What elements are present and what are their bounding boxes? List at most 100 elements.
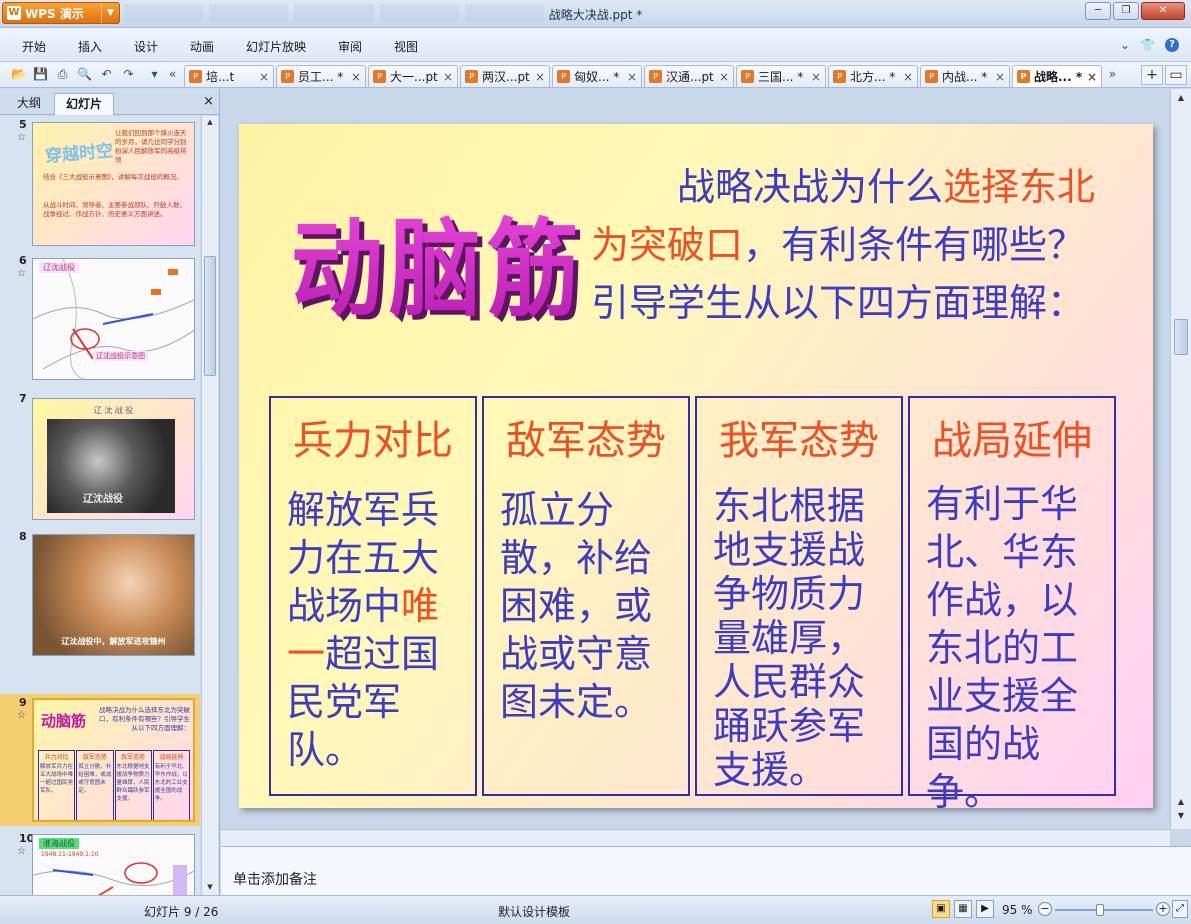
thumb-text: 从战斗时间、领导者、主要参战部队、歼敌人数、战争经过、作战方针、历史意义方面讲述… (43, 201, 186, 218)
close-tab-icon[interactable]: × (1087, 70, 1097, 84)
doc-tab[interactable]: P 两汉...pt × (460, 65, 550, 87)
scroll-up-icon[interactable]: ▲ (1175, 93, 1187, 102)
menu-home[interactable]: 开始 (22, 38, 46, 55)
tab-scroll-left-icon[interactable]: « (164, 66, 181, 83)
slide-thumb-5[interactable]: 5 ☆ 穿越时空 让我们回到那个烽火连天的岁月，请几位同学分别扮演人民解放军的高… (0, 116, 200, 252)
next-slide-icon[interactable]: ▼ (1175, 811, 1187, 820)
doc-tab[interactable]: P 三国... * × (736, 65, 826, 87)
open-icon[interactable]: 📂 (10, 66, 27, 83)
current-slide[interactable]: 动脑筋 战略决战为什么选择东北为突破口，有利条件有哪些？引导学生从以下四方面理解… (239, 124, 1153, 808)
menu-insert[interactable]: 插入 (78, 38, 102, 55)
column-box[interactable]: 我军态势 东北根据地支援战争物质力量雄厚，人民群众踊跃参军支援。 (695, 396, 903, 796)
menu-view[interactable]: 视图 (394, 38, 418, 55)
menu-slideshow[interactable]: 幻灯片放映 (246, 38, 306, 55)
column-box[interactable]: 兵力对比 解放军兵力在五大战场中唯一超过国民党军队。 (269, 396, 477, 796)
zoom-slider-knob[interactable] (1095, 904, 1104, 916)
transition-star-icon: ☆ (17, 132, 26, 143)
slide-thumb-9-selected[interactable]: 9 ☆ 动脑筋 战略决战为什么选择东北为突破口，有利条件有哪些？引导学生从以下四… (0, 694, 200, 826)
save-icon[interactable]: 💾 (32, 66, 49, 83)
normal-view-icon[interactable]: ▣ (932, 900, 950, 918)
ppt-icon: P (189, 70, 202, 83)
scrollbar-thumb[interactable] (204, 256, 216, 376)
doc-tab-label: 培...t (206, 70, 235, 84)
thumbnail-scrollbar[interactable]: ▲ ▼ (201, 116, 218, 895)
tab-scroll-right-icon[interactable]: » (1104, 66, 1121, 83)
help-icon[interactable]: ? (1165, 38, 1179, 52)
tab-outline[interactable]: 大纲 (8, 93, 50, 115)
menu-review[interactable]: 审阅 (338, 38, 362, 55)
menu-design[interactable]: 设计 (134, 38, 158, 55)
close-tab-icon[interactable]: × (811, 70, 821, 84)
fit-window-icon[interactable]: ⤢ (1172, 900, 1188, 918)
close-tab-icon[interactable]: × (351, 70, 361, 84)
slide-number: 5 (19, 118, 27, 131)
scrollbar-thumb[interactable] (1174, 319, 1188, 355)
thumb-caption: 辽 沈 战 役 (93, 406, 134, 415)
thumb-col-body: 孤立分散，补给困难，或战或守意图未定。 (78, 764, 112, 794)
scroll-down-icon[interactable]: ▼ (204, 883, 216, 893)
template-name[interactable]: 默认设计模板 (498, 903, 570, 920)
doc-tab-label: 战略... * (1034, 70, 1083, 84)
notes-pane[interactable]: 单击添加备注 (221, 846, 1191, 895)
print-icon[interactable]: ⎙ (54, 66, 71, 83)
tab-list-icon[interactable]: ▭ (1165, 65, 1187, 85)
close-tab-icon[interactable]: × (719, 70, 729, 84)
doc-tab[interactable]: P 北方... * × (828, 65, 918, 87)
close-tab-icon[interactable]: × (443, 70, 453, 84)
tab-slides[interactable]: 幻灯片 (54, 93, 114, 115)
app-menu-button[interactable]: W WPS 演示 ▼ (2, 2, 120, 24)
new-tab-icon[interactable]: + (1141, 65, 1163, 85)
ppt-icon: P (833, 70, 846, 83)
maximize-button[interactable]: ❐ (1113, 2, 1139, 20)
zoom-out-icon[interactable]: − (1038, 902, 1052, 916)
doc-tab[interactable]: P 大一...pt × (368, 65, 458, 87)
doc-tab[interactable]: P 匈奴... * × (552, 65, 642, 87)
question-text: 战略决战为什么 (677, 165, 944, 209)
doc-tab[interactable]: P 汉通...pt × (644, 65, 734, 87)
close-tab-icon[interactable]: × (995, 70, 1005, 84)
slide-thumb-10[interactable]: 10 ☆ 淮海战役 1948.11-1949.1.10 (0, 830, 200, 895)
slide-thumb-8[interactable]: 8 辽沈战役中，解放军进攻锦州 (0, 528, 200, 660)
doc-tab-label: 北方... * (850, 70, 896, 84)
window-controls: ─ ❐ ✕ (1085, 2, 1185, 20)
close-button[interactable]: ✕ (1141, 2, 1185, 20)
doc-tab-active[interactable]: P 战略... * × (1012, 65, 1102, 87)
scroll-up-icon[interactable]: ▲ (204, 118, 216, 128)
skin-icon[interactable]: 👕 (1140, 38, 1155, 52)
zoom-slider[interactable] (1055, 904, 1153, 916)
doc-tab-label: 大一...pt (390, 70, 438, 84)
slide-question-text[interactable]: 战略决战为什么选择东北为突破口，有利条件有哪些？引导学生从以下四方面理解： (591, 158, 1111, 332)
close-tab-icon[interactable]: × (259, 70, 269, 84)
slide-horizontal-scrollbar[interactable] (221, 829, 1170, 846)
close-tab-icon[interactable]: × (535, 70, 545, 84)
print-preview-icon[interactable]: 🔍 (76, 66, 93, 83)
slide-vertical-scrollbar[interactable]: ▲ ▲ ▼ (1170, 89, 1191, 829)
menu-animation[interactable]: 动画 (190, 38, 214, 55)
customize-toolbar-icon[interactable]: ▾ (146, 66, 163, 83)
slide-big-title[interactable]: 动脑筋 (291, 184, 585, 337)
slide-thumb-6[interactable]: 6 ☆ 辽沈战役 辽沈战役示意图 (0, 252, 200, 390)
doc-tab[interactable]: P 内战... * × (920, 65, 1010, 87)
doc-tab[interactable]: P 员工... * × (276, 65, 366, 87)
toolbar-right: + ▭ (1141, 65, 1187, 85)
chevron-down-icon[interactable]: ⌄ (1120, 38, 1130, 52)
close-tab-icon[interactable]: × (627, 70, 637, 84)
slide-sorter-icon[interactable]: ▦ (954, 900, 972, 918)
thumb-text: 让我们回到那个烽火连天的岁月，请几位同学分别扮演人民解放军的高级将领 (115, 129, 187, 164)
close-icon[interactable]: × (203, 94, 214, 109)
column-box[interactable]: 战局延伸 有利于华北、华东作战，以东北的工业支援全国的战争。 (908, 396, 1116, 808)
thumb-col-body: 解放军兵力在五大战场中唯一超过国民党军队。 (40, 764, 74, 794)
redo-icon[interactable]: ↷ (120, 66, 137, 83)
undo-icon[interactable]: ↶ (98, 66, 115, 83)
slideshow-icon[interactable]: ▶ (976, 900, 994, 918)
column-box[interactable]: 敌军态势 孤立分散，补给困难，或战或守意图未定。 (482, 396, 690, 796)
zoom-in-icon[interactable]: + (1156, 902, 1170, 916)
prev-slide-icon[interactable]: ▲ (1175, 797, 1187, 806)
slide-thumb-7[interactable]: 7 辽 沈 战 役 辽沈战役 (0, 390, 200, 528)
doc-tab[interactable]: P 培...t × (184, 65, 274, 87)
transition-star-icon: ☆ (17, 710, 26, 721)
chevron-down-icon[interactable]: ▼ (101, 3, 119, 23)
minimize-button[interactable]: ─ (1085, 2, 1111, 20)
close-tab-icon[interactable]: × (903, 70, 913, 84)
thumbnail-image: 动脑筋 战略决战为什么选择东北为突破口，有利条件有哪些？引导学生从以下四方面理解… (32, 698, 195, 822)
